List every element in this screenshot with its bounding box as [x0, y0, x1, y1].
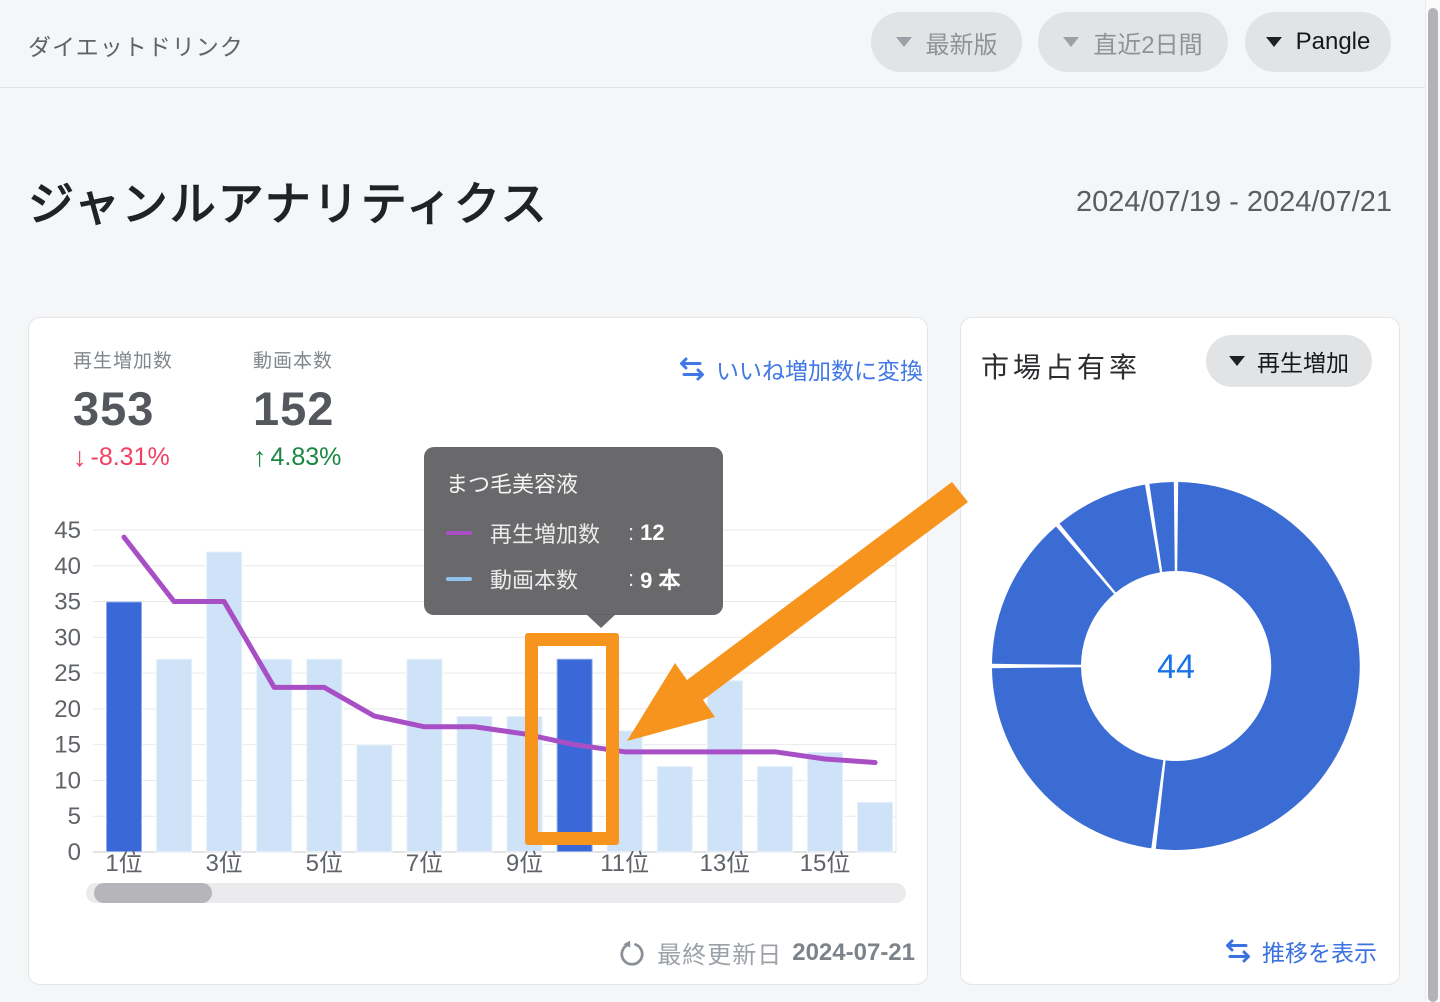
date-range-dropdown[interactable]: 直近2日間 [1038, 12, 1228, 72]
svg-text:11位: 11位 [600, 850, 649, 877]
svg-text:1位: 1位 [105, 850, 142, 877]
up-arrow-icon: ↑ [253, 442, 267, 473]
top-bar: ダイエットドリンク 最新版 直近2日間 Pangle [0, 0, 1440, 88]
keyword-title: ダイエットドリンク [28, 28, 244, 62]
tooltip-row-value: 9 本 [640, 563, 680, 595]
network-dropdown[interactable]: Pangle [1245, 12, 1391, 72]
tooltip-title: まつ毛美容液 [446, 467, 701, 499]
svg-text:5: 5 [68, 803, 81, 830]
metric-value: 353 [73, 381, 173, 436]
svg-text:40: 40 [54, 553, 81, 580]
network-dropdown-label: Pangle [1296, 28, 1371, 56]
svg-text:0: 0 [68, 839, 81, 866]
metric-video-count: 動画本数 152 ↑ 4.83% [253, 346, 341, 473]
metric-value: 152 [253, 381, 341, 436]
svg-text:5位: 5位 [306, 850, 343, 877]
svg-text:15位: 15位 [800, 850, 851, 877]
market-share-card: 市場占有率 再生増加 44 推移を表示 [960, 317, 1400, 985]
svg-text:13位: 13位 [699, 850, 750, 877]
version-dropdown-label: 最新版 [926, 25, 998, 60]
down-arrow-icon: ↓ [73, 442, 87, 473]
last-updated-date: 2024-07-21 [792, 939, 915, 967]
svg-text:10: 10 [54, 767, 81, 794]
bar-series-dash-icon [446, 577, 472, 581]
metric-delta: ↓ -8.31% [73, 442, 173, 473]
svg-text:20: 20 [54, 696, 81, 723]
donut-center-value: 44 [1076, 648, 1276, 687]
delta-value: -8.31% [91, 443, 170, 472]
svg-text:45: 45 [54, 517, 81, 544]
metric-label: 動画本数 [253, 346, 341, 373]
page-scrollbar-thumb[interactable] [1428, 8, 1438, 1002]
page-vertical-scrollbar[interactable] [1425, 0, 1440, 1002]
tooltip-colon: : [628, 520, 634, 546]
refresh-icon[interactable] [617, 938, 647, 968]
tooltip-row-label: 動画本数 [490, 563, 628, 595]
chevron-down-icon [896, 37, 912, 47]
delta-value: 4.83% [271, 443, 342, 472]
last-updated-label: 最終更新日 [657, 935, 782, 970]
svg-text:7位: 7位 [406, 850, 443, 877]
ranking-chart-card: 再生増加数 353 ↓ -8.31% 動画本数 152 ↑ 4.83% いいね増… [28, 317, 928, 985]
metric-delta: ↑ 4.83% [253, 442, 341, 473]
last-updated-row: 最終更新日 2024-07-21 [617, 935, 915, 970]
page-title: ジャンルアナリティクス [28, 168, 549, 234]
convert-link-label: いいね増加数に変換 [716, 352, 923, 386]
swap-arrows-icon [678, 357, 706, 381]
line-series-dash-icon [446, 531, 472, 535]
tooltip-row-value: 12 [640, 520, 664, 546]
svg-text:3位: 3位 [205, 850, 242, 877]
tooltip-row-label: 再生増加数 [490, 517, 628, 549]
metric-play-increase: 再生増加数 353 ↓ -8.31% [73, 346, 173, 473]
chevron-down-icon [1063, 37, 1079, 47]
svg-text:25: 25 [54, 660, 81, 687]
date-range-text: 2024/07/19 - 2024/07/21 [1076, 186, 1392, 219]
metric-label: 再生増加数 [73, 346, 173, 373]
date-range-dropdown-label: 直近2日間 [1093, 25, 1202, 60]
version-dropdown[interactable]: 最新版 [871, 12, 1022, 72]
svg-text:35: 35 [54, 589, 81, 616]
genre-analytics-page: ダイエットドリンク 最新版 直近2日間 Pangle ジャンルアナリティクス 2… [0, 0, 1440, 1002]
svg-text:15: 15 [54, 732, 81, 759]
chevron-down-icon [1266, 37, 1282, 47]
tooltip-row: 再生増加数 : 12 [446, 517, 701, 549]
tooltip-row: 動画本数 : 9 本 [446, 563, 701, 595]
svg-text:9位: 9位 [506, 850, 543, 877]
chart-tooltip: まつ毛美容液 再生増加数 : 12 動画本数 : 9 本 [424, 447, 723, 615]
svg-text:30: 30 [54, 624, 81, 651]
convert-to-likes-link[interactable]: いいね増加数に変換 [678, 352, 923, 386]
tooltip-colon: : [628, 566, 634, 592]
